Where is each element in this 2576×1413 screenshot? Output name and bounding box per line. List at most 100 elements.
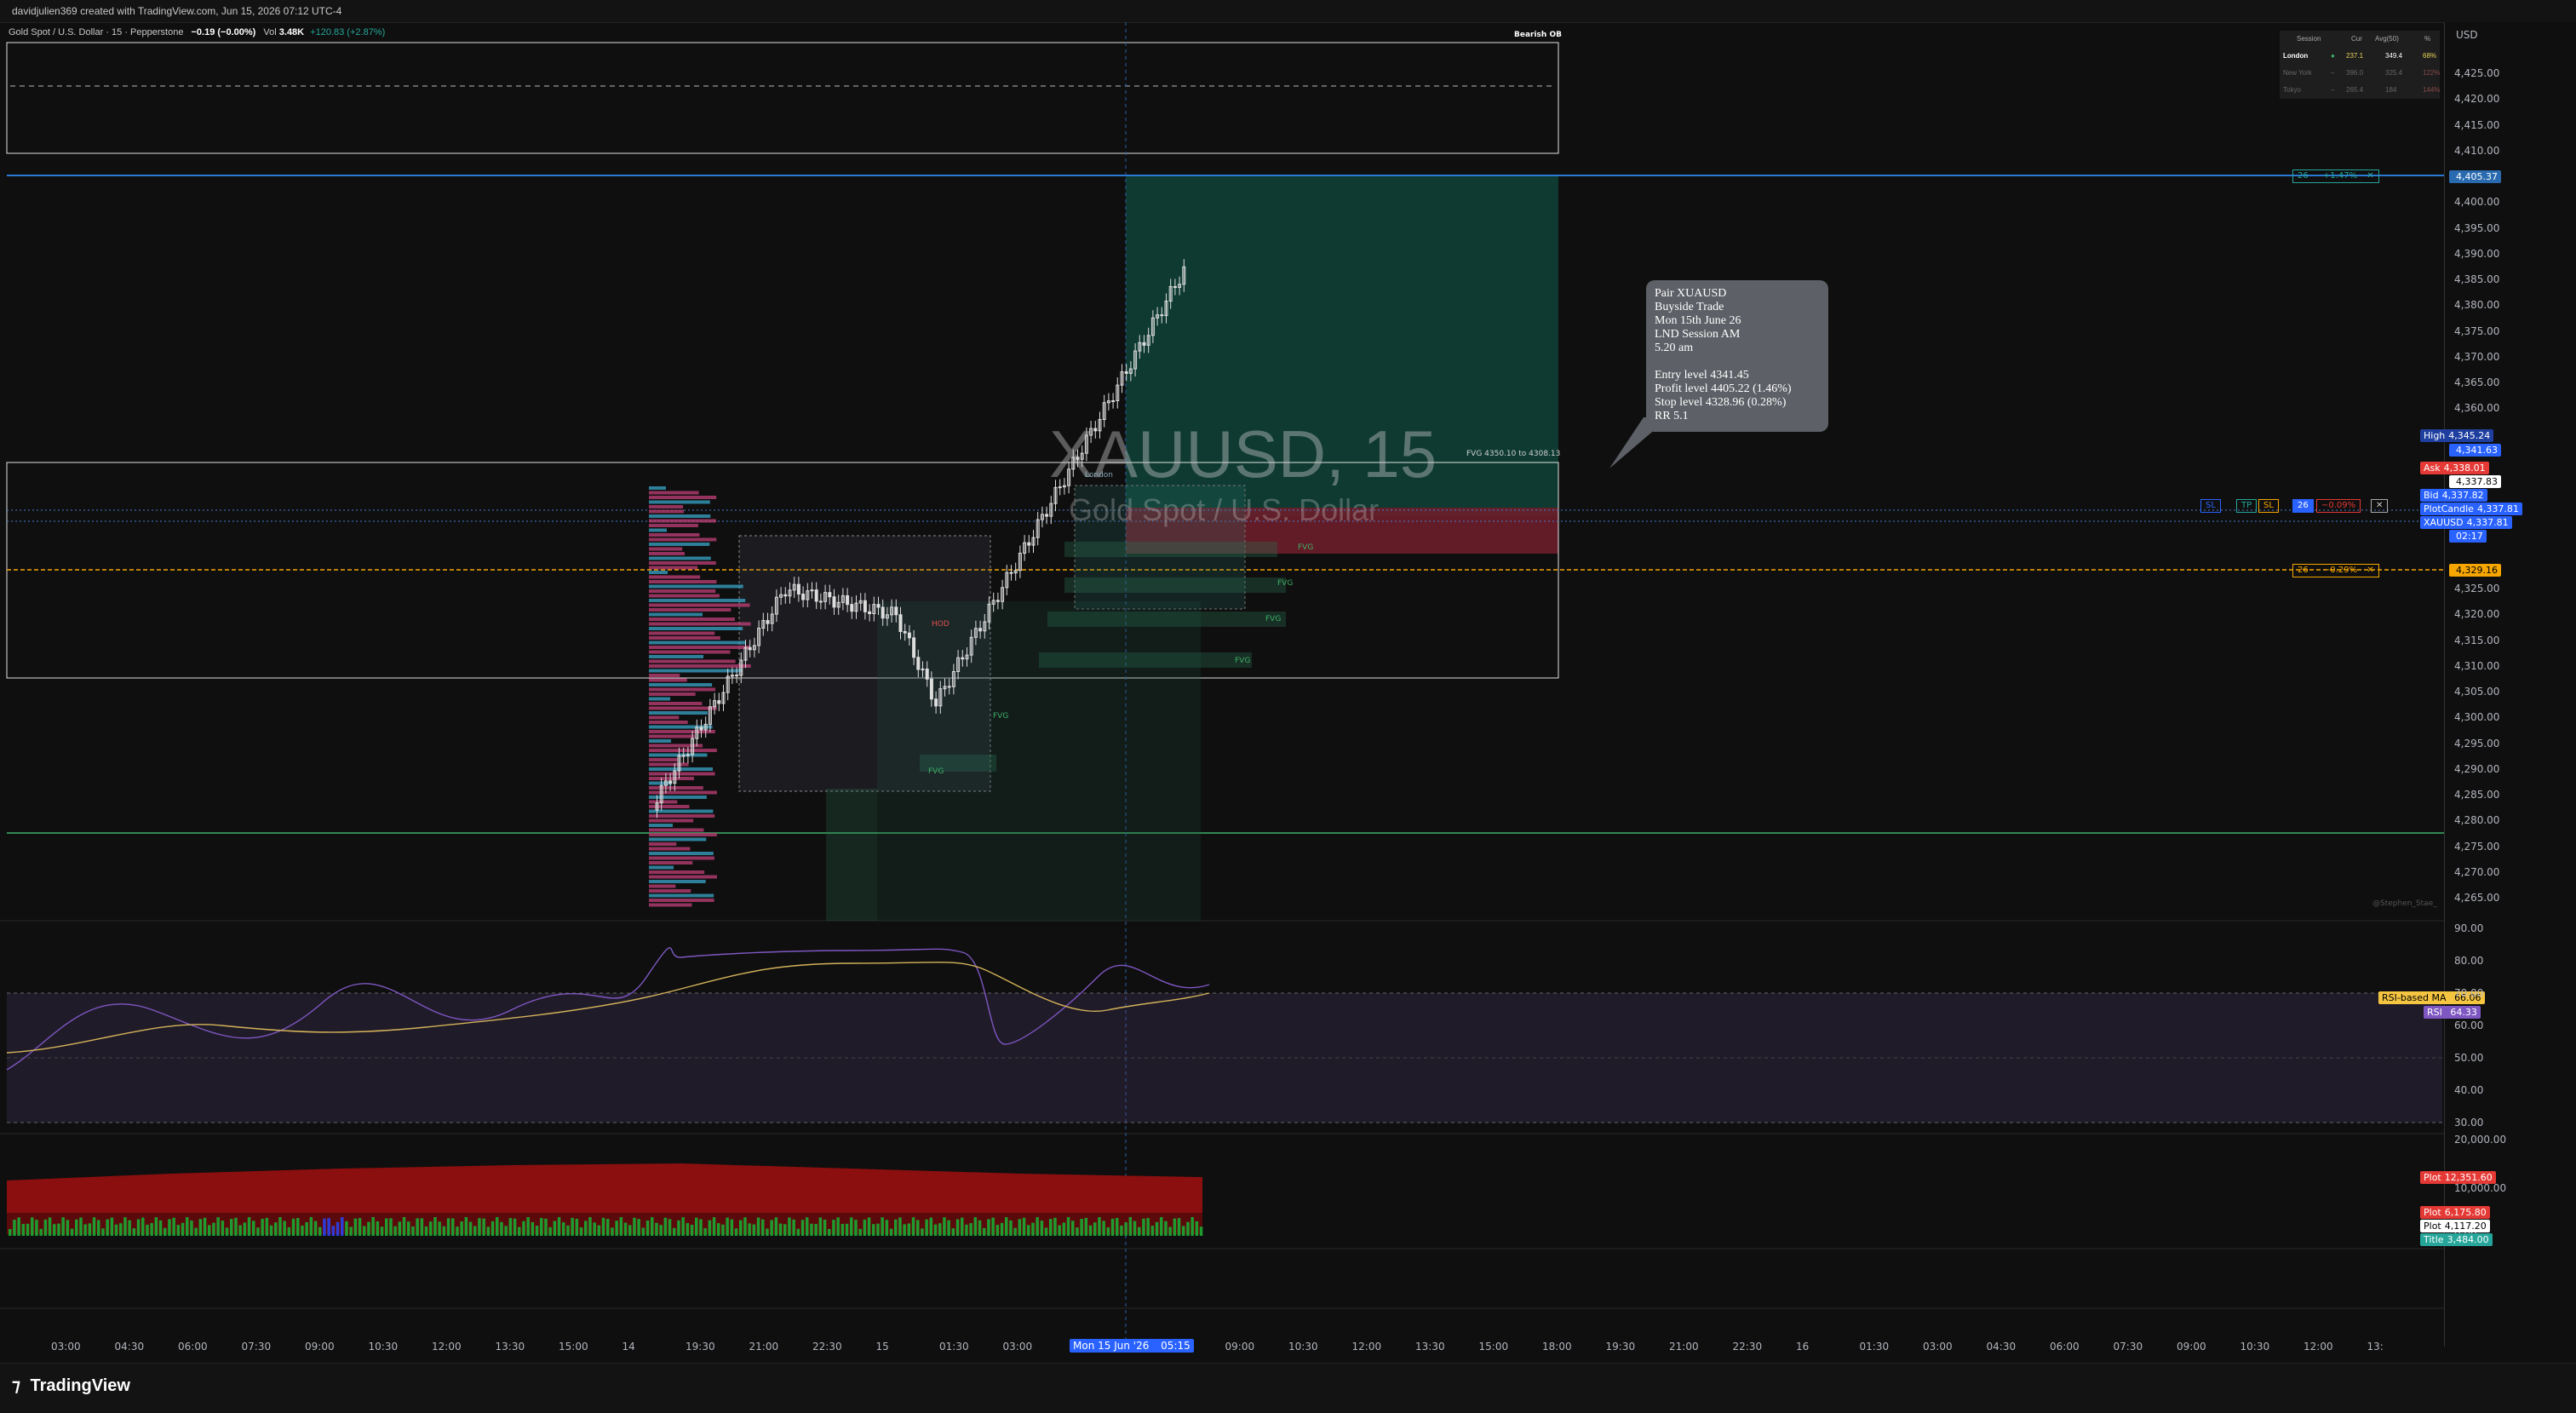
candle-body — [699, 727, 703, 731]
table-cell: New York — [2283, 69, 2312, 77]
volume-tag-value: 4,117.20 — [2444, 1221, 2487, 1232]
volume-tick-label: 10,000.00 — [2454, 1182, 2507, 1194]
volume-bar — [836, 1217, 840, 1236]
candle-body — [1027, 542, 1031, 546]
volume-bar — [995, 1225, 1000, 1236]
volume-profile-bar — [649, 575, 701, 579]
volume-bar — [921, 1228, 924, 1236]
fvg-label: FVG — [1277, 579, 1294, 588]
currency-label[interactable]: USD — [2456, 29, 2478, 41]
volume-bar — [83, 1224, 87, 1236]
volume-bar — [681, 1217, 685, 1236]
volume-profile-bar — [649, 678, 687, 682]
note-line: Buyside Trade — [1655, 301, 1724, 313]
volume-bar — [367, 1221, 370, 1236]
volume-bar — [1066, 1217, 1070, 1236]
price-axis[interactable] — [2444, 22, 2576, 1347]
volume-bar — [243, 1222, 247, 1236]
volume-bar — [1013, 1227, 1017, 1236]
volume-bar — [562, 1222, 565, 1236]
volume-profile-bar — [649, 608, 731, 612]
table-header-cell: Cur — [2351, 35, 2362, 43]
volume-bar — [943, 1217, 946, 1236]
price-tag: 4,341.63 — [2449, 444, 2501, 457]
price-tick-label: 4,420.00 — [2454, 93, 2500, 106]
order-sl2-button[interactable]: SL — [2258, 499, 2279, 513]
volume-bar — [456, 1226, 459, 1236]
tag-qty: 26 — [2298, 171, 2309, 181]
volume-bar — [1022, 1217, 1026, 1236]
volume-bar — [518, 1226, 521, 1236]
volume-bar — [818, 1217, 823, 1236]
order-qty[interactable]: 26 — [2292, 499, 2314, 513]
candle-body — [1142, 342, 1146, 346]
candle-body — [863, 600, 867, 612]
order-tp-button[interactable]: TP — [2236, 499, 2258, 513]
volume-bar — [1040, 1221, 1044, 1236]
volume-bar — [1146, 1218, 1150, 1236]
close-icon[interactable]: ✕ — [2367, 171, 2373, 181]
volume-bar — [734, 1228, 738, 1236]
rsi-tick-label: 90.00 — [2454, 922, 2484, 934]
target-position-tag[interactable]: 26 +1.47% ✕ — [2292, 169, 2379, 183]
chart-canvas[interactable] — [0, 22, 2444, 1347]
volume-profile-bar — [649, 790, 717, 795]
table-cell: 184 — [2385, 86, 2397, 94]
volume-profile-bar — [649, 561, 716, 565]
london-label: London — [1085, 471, 1113, 480]
bearish-ob-label: Bearish OB — [1514, 31, 1562, 39]
volume-bar — [961, 1217, 964, 1236]
volume-bar — [623, 1222, 628, 1236]
volume-bar — [850, 1217, 853, 1236]
volume-profile-bar — [649, 552, 685, 555]
volume-bar — [1164, 1221, 1168, 1236]
volume-bar — [402, 1217, 406, 1236]
close-icon[interactable]: ✕ — [2371, 499, 2389, 513]
volume-bar — [186, 1217, 189, 1236]
volume-bar — [429, 1221, 433, 1236]
volume-bar — [252, 1221, 255, 1236]
volume-bar — [225, 1227, 229, 1236]
volume-bar — [1116, 1217, 1119, 1236]
time-tick-label: 06:00 — [2050, 1341, 2080, 1353]
price-tick-label: 4,280.00 — [2454, 814, 2500, 827]
volume-tag: Plot 12,351.60 — [2420, 1171, 2496, 1184]
volume-profile-bar — [649, 627, 743, 630]
stop-position-tag[interactable]: 26 −0.29% ✕ — [2292, 564, 2379, 577]
signature: @Stephen_Stae_ — [2372, 899, 2437, 908]
fvg-zone — [1064, 577, 1286, 593]
fvg-zone — [1064, 542, 1277, 557]
volume-bar — [411, 1226, 415, 1236]
trade-note[interactable]: Pair XUAUSD Buyside Trade Mon 15th June … — [1646, 280, 1828, 432]
symbol-legend[interactable]: Gold Spot / U.S. Dollar · 15 · Peppersto… — [9, 27, 385, 37]
time-tick-label: 09:00 — [1225, 1341, 1255, 1353]
volume-bar — [190, 1220, 193, 1236]
volume-bar — [792, 1219, 795, 1236]
bearish-ob-box[interactable] — [6, 42, 1559, 154]
table-header-cell: Session — [2297, 35, 2321, 43]
volume-bar — [655, 1222, 658, 1236]
volume-bar — [123, 1217, 127, 1236]
order-sl-button[interactable]: SL — [2200, 499, 2221, 513]
time-tick-label: 10:30 — [1288, 1341, 1318, 1353]
volume-bar — [247, 1217, 251, 1236]
chart-area[interactable] — [0, 22, 2444, 1347]
volume-profile-bar — [649, 739, 672, 743]
volume-bar — [540, 1218, 543, 1236]
volume-profile-bar — [649, 505, 684, 508]
rsi-value: 64.33 — [2450, 1007, 2477, 1018]
volume-bar — [323, 1218, 326, 1236]
volume-bar — [1058, 1225, 1061, 1236]
price-tick-label: 4,315.00 — [2454, 634, 2500, 646]
price-tag-value: 4,337.81 — [2466, 517, 2509, 528]
volume-profile-bar — [649, 814, 715, 818]
volume-profile-bar — [649, 875, 717, 879]
volume-profile-bar — [649, 571, 668, 574]
price-tag: PlotCandle 4,337.81 — [2420, 503, 2522, 515]
close-icon[interactable]: ✕ — [2367, 566, 2373, 575]
volume-bar — [597, 1225, 601, 1236]
volume-bar — [872, 1224, 875, 1236]
fvg-label: FVG — [1235, 657, 1251, 665]
volume-bar — [628, 1225, 632, 1236]
table-cell: Tokyo — [2283, 86, 2301, 94]
